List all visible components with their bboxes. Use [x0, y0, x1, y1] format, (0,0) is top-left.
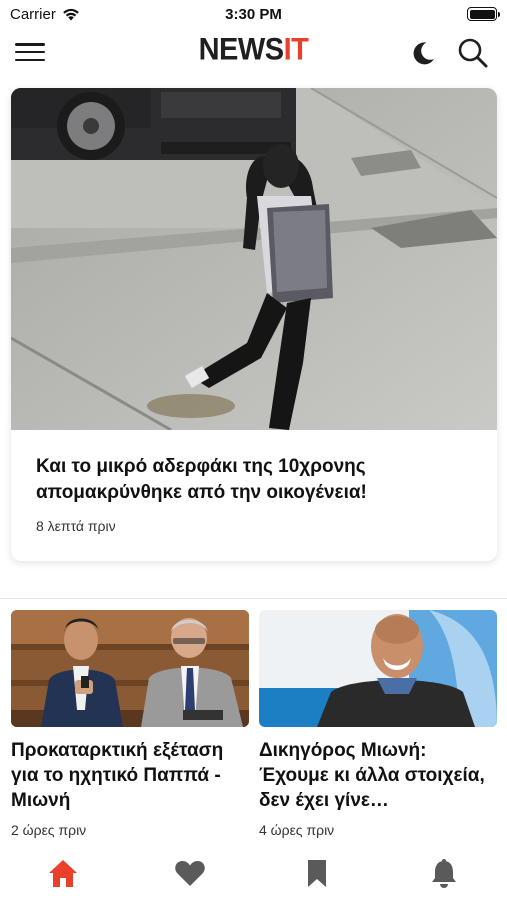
hero-article-time: 8 λεπτά πριν — [36, 518, 116, 534]
logo-accent: IT — [283, 32, 309, 68]
hero-article-image — [11, 88, 497, 430]
section-divider — [0, 598, 507, 599]
heart-icon — [175, 861, 205, 886]
article-time: 2 ώρες πριν — [11, 822, 87, 838]
status-bar: Carrier 3:30 PM — [0, 0, 507, 28]
battery-fill — [469, 9, 495, 19]
bell-icon — [431, 859, 456, 888]
article-title: Προκαταρκτική εξέταση για το ηχητικό Παπ… — [11, 740, 224, 811]
status-left: Carrier — [10, 6, 80, 23]
battery-icon — [467, 7, 500, 21]
tab-notifications[interactable] — [424, 856, 464, 890]
tab-bookmarks[interactable] — [297, 856, 337, 890]
wifi-icon — [63, 8, 79, 21]
article-image — [11, 610, 249, 727]
bookmark-icon — [307, 860, 326, 887]
app-header: NEWSIT — [0, 30, 507, 74]
article-card[interactable]: Δικηγόρος Μιωνή: Έχουμε κι άλλα στοιχεία… — [259, 610, 497, 838]
article-card[interactable]: Προκαταρκτική εξέταση για το ηχητικό Παπ… — [11, 610, 249, 838]
search-icon[interactable] — [456, 36, 490, 70]
tab-bar — [0, 848, 507, 900]
article-title: Δικηγόρος Μιωνή: Έχουμε κι άλλα στοιχεία… — [259, 738, 497, 813]
hero-article-card[interactable]: Και το μικρό αδερφάκι της 10χρονης απομα… — [11, 88, 497, 561]
moon-icon[interactable] — [408, 38, 438, 68]
tab-favorites[interactable] — [170, 856, 210, 890]
logo-main: NEWS — [198, 32, 285, 68]
home-icon — [49, 860, 78, 887]
article-title-text: Δικηγόρος Μιωνή: Έχουμε κι άλλα στοιχεία… — [259, 740, 485, 811]
article-time: 4 ώρες πριν — [259, 822, 335, 838]
tab-home[interactable] — [43, 856, 83, 890]
article-image — [259, 610, 497, 727]
hero-article-title: Και το μικρό αδερφάκι της 10χρονης απομα… — [36, 456, 367, 503]
carrier-label: Carrier — [10, 5, 56, 23]
